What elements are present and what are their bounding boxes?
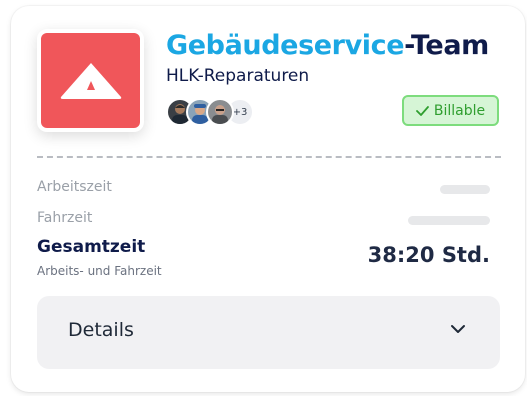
chevron-down-icon[interactable] <box>450 324 466 334</box>
billable-badge: Billable <box>402 95 499 126</box>
total-time-label: Gesamtzeit <box>37 237 146 257</box>
team-title-prefix: Gebäudeservice <box>166 30 405 61</box>
dashed-divider <box>37 156 501 158</box>
team-title: Gebäudeservice-Team <box>166 30 489 61</box>
member-avatars[interactable]: +3 <box>166 98 254 126</box>
travel-time-value-placeholder <box>408 216 490 225</box>
details-label: Details <box>68 319 134 341</box>
team-subtitle: HLK-Reparaturen <box>166 66 310 86</box>
travel-time-label: Fahrzeit <box>37 210 93 226</box>
billable-label: Billable <box>433 102 486 119</box>
details-accordion[interactable]: Details <box>37 296 500 369</box>
work-time-value-placeholder <box>440 185 490 194</box>
total-time-sublabel: Arbeits- und Fahrzeit <box>37 264 162 278</box>
logo-triangle-icon <box>41 33 140 128</box>
avatar[interactable] <box>206 98 234 126</box>
check-icon <box>415 105 429 116</box>
total-time-value: 38:20 Std. <box>367 243 490 267</box>
team-title-suffix: -Team <box>404 30 489 61</box>
team-logo <box>37 29 144 132</box>
work-time-label: Arbeitszeit <box>37 179 112 195</box>
